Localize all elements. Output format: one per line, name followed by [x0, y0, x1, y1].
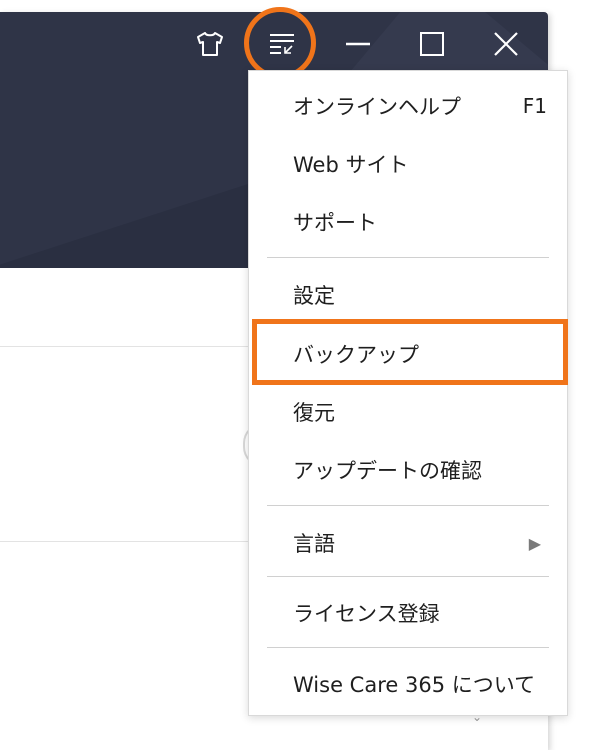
maximize-button[interactable]	[412, 24, 452, 64]
menu-separator	[267, 505, 549, 506]
menu-item-label: バックアップ	[293, 343, 419, 367]
menu-item-online-help[interactable]: オンラインヘルプ F1	[249, 77, 567, 135]
close-button[interactable]	[486, 24, 526, 64]
menu-item-label: Web サイト	[293, 153, 409, 177]
menu-item-license[interactable]: ライセンス登録	[249, 584, 567, 642]
shirt-icon	[197, 32, 223, 56]
menu-item-website[interactable]: Web サイト	[249, 135, 567, 193]
menu-lines-icon	[270, 34, 294, 54]
main-menu-button[interactable]	[262, 24, 302, 64]
shortcut-label: F1	[522, 94, 547, 118]
content-divider	[0, 541, 248, 542]
content-divider	[0, 346, 248, 347]
menu-item-label: オンラインヘルプ	[293, 95, 461, 119]
submenu-arrow-icon: ▶	[528, 533, 541, 553]
menu-item-label: 言語	[293, 532, 335, 556]
menu-item-settings[interactable]: 設定	[249, 266, 567, 324]
close-icon	[494, 32, 518, 56]
minimize-icon	[346, 42, 370, 46]
menu-item-label: サポート	[293, 211, 377, 235]
menu-item-language[interactable]: 言語 ▶	[249, 514, 567, 572]
menu-item-label: 設定	[293, 284, 335, 308]
menu-separator	[267, 576, 549, 577]
menu-item-label: アップデートの確認	[293, 459, 482, 483]
maximize-icon	[420, 32, 444, 56]
menu-separator	[267, 257, 549, 258]
menu-item-restore[interactable]: 復元	[249, 383, 567, 441]
menu-item-about[interactable]: Wise Care 365 について	[249, 655, 567, 713]
minimize-button[interactable]	[338, 24, 378, 64]
menu-item-check-update[interactable]: アップデートの確認	[249, 441, 567, 499]
main-dropdown-menu: オンラインヘルプ F1 Web サイト サポート 設定 バックアップ 復元 アッ…	[248, 70, 568, 716]
menu-item-support[interactable]: サポート	[249, 193, 567, 251]
menu-separator	[267, 647, 549, 648]
skin-button[interactable]	[190, 24, 230, 64]
menu-item-label: Wise Care 365 について	[293, 673, 536, 697]
menu-item-label: ライセンス登録	[293, 602, 440, 626]
menu-item-label: 復元	[293, 401, 335, 425]
menu-item-backup[interactable]: バックアップ	[249, 325, 567, 383]
